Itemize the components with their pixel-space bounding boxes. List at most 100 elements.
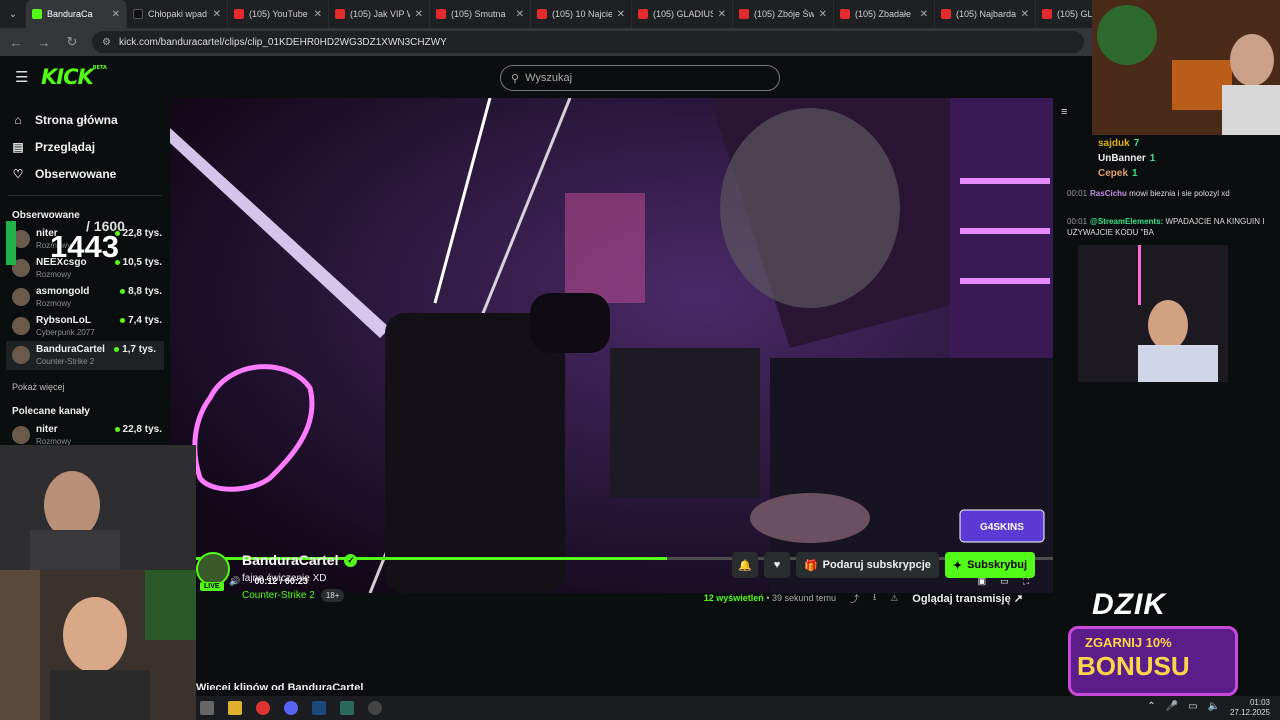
- dzik-ad[interactable]: DZIK ZGARNIJ 10% BONUSU: [1062, 568, 1280, 696]
- goal-current: 1443: [50, 229, 119, 264]
- sub-count: 1: [1149, 153, 1156, 164]
- mic-icon[interactable]: 🎤: [1166, 701, 1178, 712]
- collapse-chat-icon[interactable]: ≡: [1061, 106, 1067, 118]
- taskview-icon[interactable]: [200, 701, 214, 715]
- tab-label: BanduraCa: [47, 9, 93, 19]
- browser-tab[interactable]: (105) Zbóje Św ✕: [733, 0, 834, 28]
- clock[interactable]: 01:03 27.12.2025: [1230, 698, 1270, 718]
- kick-logo[interactable]: KICKBETA: [41, 65, 107, 89]
- youtube-icon: [537, 9, 547, 19]
- chrome-icon[interactable]: [256, 701, 270, 715]
- ad-line2: BONUSU: [1077, 651, 1190, 681]
- clock-date: 27.12.2025: [1229, 708, 1270, 717]
- report-icon[interactable]: ⚠: [890, 593, 898, 604]
- search-placeholder: Wyszukaj: [525, 72, 573, 84]
- channel-info: asmongold Rozmowy: [36, 286, 120, 308]
- sub-name[interactable]: sajduk: [1098, 138, 1130, 149]
- sidebar-item-label: Strona główna: [35, 112, 118, 127]
- volume-tray-icon[interactable]: 🔈: [1208, 701, 1220, 712]
- browser-tab[interactable]: (105) YouTube ✕: [228, 0, 329, 28]
- viewer-count-text: 22,8 tys.: [122, 424, 162, 435]
- browser-tab[interactable]: BanduraCa ✕: [26, 0, 127, 28]
- sub-count: 7: [1133, 138, 1140, 149]
- watch-stream-link[interactable]: Oglądaj transmisję ↗: [912, 592, 1023, 605]
- channel-name[interactable]: BanduraCartel ✓: [242, 552, 358, 568]
- tab-label: (105) Smutna: [451, 9, 506, 19]
- browser-tab[interactable]: Chłopaki wpad ✕: [127, 0, 228, 28]
- heart-icon: ♥: [773, 559, 781, 571]
- video-player[interactable]: G4SKINS: [170, 98, 1053, 593]
- forward-icon[interactable]: →: [36, 35, 52, 50]
- browser-tab[interactable]: (105) GLADIUS ✕: [632, 0, 733, 28]
- close-icon[interactable]: ✕: [415, 9, 423, 20]
- clock-time: 01:03: [1249, 698, 1270, 707]
- ad-brand: DZIK: [1092, 588, 1166, 621]
- channel-item[interactable]: RybsonLoL Cyberpunk 2077 7,4 tys.: [0, 312, 170, 341]
- chevron-up-icon[interactable]: ⌃: [1147, 701, 1155, 712]
- sidebar-item-heart[interactable]: ♡ Obserwowane: [12, 160, 170, 187]
- youtube-icon: [335, 9, 345, 19]
- channel-name: RybsonLoL: [36, 315, 91, 326]
- explorer-icon[interactable]: [228, 701, 242, 715]
- channel-name: BanduraCartel: [36, 344, 105, 355]
- top-sub-row: Cepek 1: [1098, 166, 1155, 181]
- close-icon[interactable]: ✕: [516, 9, 524, 20]
- close-icon[interactable]: ✕: [920, 9, 928, 20]
- close-icon[interactable]: ✕: [213, 9, 221, 20]
- channel-avatar[interactable]: [196, 552, 230, 586]
- download-icon[interactable]: ⭳: [873, 590, 876, 606]
- sub-name[interactable]: UnBanner: [1098, 153, 1146, 164]
- tiktok-icon: [133, 9, 143, 19]
- channel-item[interactable]: BanduraCartel Counter-Strike 2 1,7 tys.: [6, 341, 164, 370]
- site-info-icon[interactable]: ⚙: [102, 37, 111, 48]
- obs-icon[interactable]: [368, 701, 382, 715]
- back-icon[interactable]: ←: [8, 35, 24, 50]
- steam-icon[interactable]: [312, 701, 326, 715]
- close-icon[interactable]: ✕: [112, 9, 120, 20]
- tab-label: Chłopaki wpad: [148, 9, 208, 19]
- sidebar-item-browse[interactable]: ▤ Przeglądaj: [12, 133, 170, 160]
- browser-tab[interactable]: (105) 10 Najcie ✕: [531, 0, 632, 28]
- close-icon[interactable]: ✕: [819, 9, 827, 20]
- subscribe-button[interactable]: ✦ Subskrybuj: [944, 552, 1035, 578]
- live-dot: [114, 347, 120, 352]
- search-input[interactable]: ⚲ Wyszukaj: [500, 65, 780, 91]
- category-link[interactable]: Counter-Strike 2: [242, 590, 315, 601]
- menu-icon[interactable]: ☰: [15, 68, 29, 86]
- url-field[interactable]: ⚙ kick.com/banduracartel/clips/clip_01KD…: [92, 31, 1084, 53]
- show-more-link[interactable]: Pokaż więcej: [0, 370, 170, 392]
- chat-time: 00:01: [1067, 189, 1088, 198]
- live-dot: [120, 289, 126, 294]
- sidebar-item-home[interactable]: ⌂ Strona główna: [12, 106, 170, 133]
- discord-icon[interactable]: [284, 701, 298, 715]
- channel-avatar: [12, 317, 30, 335]
- browser-tab[interactable]: (105) Zbadałe ✕: [834, 0, 935, 28]
- channel-item[interactable]: asmongold Rozmowy 8,8 tys.: [0, 283, 170, 312]
- browser-tab[interactable]: (105) Jak VIP W ✕: [329, 0, 430, 28]
- close-icon[interactable]: ✕: [1021, 9, 1029, 20]
- close-icon[interactable]: ✕: [314, 9, 322, 20]
- share-icon[interactable]: ⤴: [850, 592, 859, 605]
- viewer-count: 22,8 tys.: [114, 424, 162, 435]
- reload-icon[interactable]: ↻: [64, 34, 80, 50]
- views-count: 12: [703, 593, 714, 603]
- tab-label: (105) 10 Najcie: [552, 9, 612, 19]
- app-icon[interactable]: [340, 701, 354, 715]
- browser-tab[interactable]: (105) Najbarda ✕: [935, 0, 1036, 28]
- url-text: kick.com/banduracartel/clips/clip_01KDEH…: [118, 36, 447, 48]
- close-icon[interactable]: ✕: [617, 9, 625, 20]
- bell-button[interactable]: 🔔: [731, 552, 758, 578]
- more-clips-heading: Więcej klipów od BanduraCartel: [196, 682, 364, 690]
- channel-info: BanduraCartel Counter-Strike 2: [36, 344, 114, 366]
- display-icon[interactable]: ▭: [1188, 701, 1197, 712]
- browser-tab[interactable]: (105) Smutna ✕: [430, 0, 531, 28]
- chat-user[interactable]: @StreamElements:: [1090, 217, 1163, 226]
- windows-taskbar: ⌃ 🎤 ▭ 🔈 01:03 27.12.2025: [196, 696, 1280, 720]
- gift-sub-button[interactable]: 🎁 Podaruj subskrypcje: [795, 552, 939, 578]
- top-sub-row: UnBanner 1: [1098, 151, 1155, 166]
- close-icon[interactable]: ✕: [718, 9, 726, 20]
- tab-search-icon[interactable]: ⌄: [0, 0, 26, 28]
- chat-user[interactable]: RasCichu: [1090, 189, 1127, 198]
- follow-button[interactable]: ♥: [763, 552, 790, 578]
- sub-name[interactable]: Cepek: [1098, 168, 1128, 179]
